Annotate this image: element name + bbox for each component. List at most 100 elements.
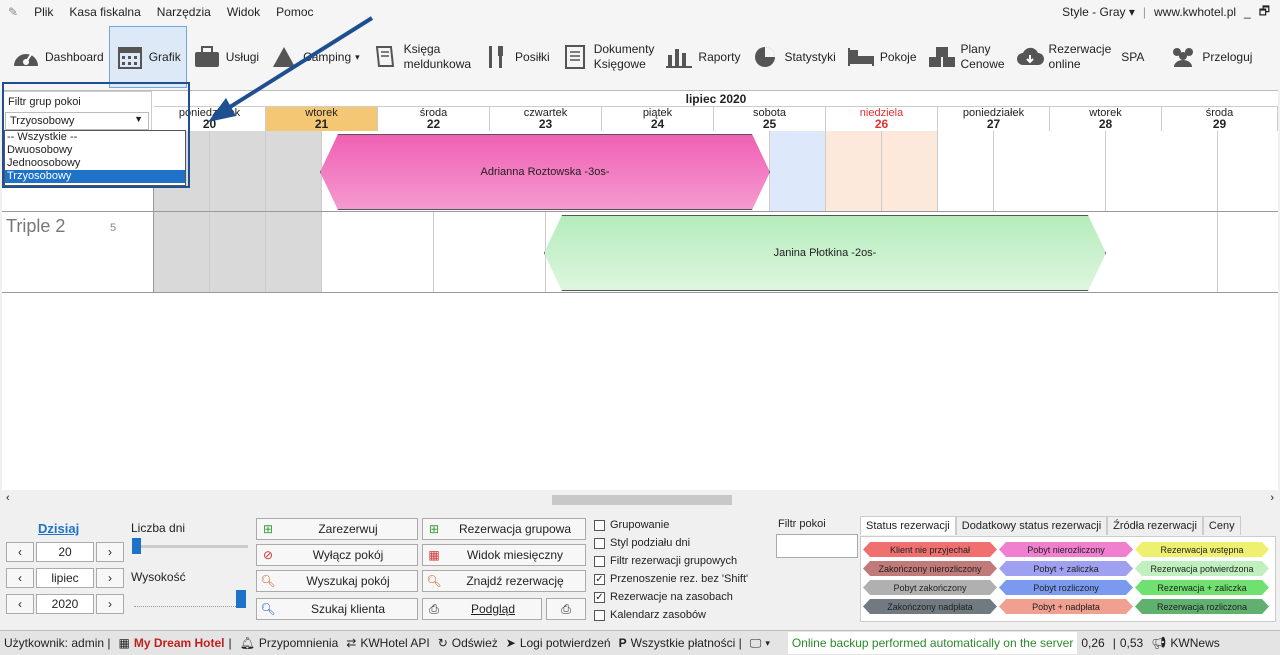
tab-ceny[interactable]: Ceny	[1202, 516, 1241, 535]
rezerwacja-grupowa-button[interactable]: ⊞ Rezerwacja grupowa	[422, 518, 586, 540]
checkbox-rezerwacje-zasoby[interactable]: ✓ Rezerwacje na zasobach	[594, 591, 733, 603]
checkbox-styl-podzialu[interactable]: Styl podziału dni	[594, 537, 690, 549]
prev-year-button[interactable]: ‹	[6, 594, 34, 614]
day-cell[interactable]	[322, 212, 434, 292]
next-year-button[interactable]: ›	[96, 594, 124, 614]
days-count-slider[interactable]	[132, 538, 248, 554]
day-cell[interactable]	[266, 131, 322, 211]
znajdz-rezerwacje-button[interactable]: 🔍︎ Znajdź rezerwację	[422, 570, 586, 592]
horizontal-scrollbar[interactable]: ‹ ›	[2, 492, 1278, 508]
menu-widok[interactable]: Widok	[219, 5, 268, 19]
menu-kasa-fiskalna[interactable]: Kasa fiskalna	[61, 5, 148, 19]
grafik-button[interactable]: Grafik	[108, 26, 187, 88]
tab-dodatkowy-status[interactable]: Dodatkowy status rezerwacji	[955, 516, 1108, 535]
day-header-today[interactable]: wtorek 21	[266, 107, 378, 131]
next-month-button[interactable]: ›	[96, 568, 124, 588]
day-header[interactable]: środa 29	[1162, 107, 1278, 131]
day-header[interactable]: poniedziałek 27	[938, 107, 1050, 131]
scrollbar-thumb[interactable]	[552, 495, 732, 505]
dropdown-option[interactable]: Jednoosobowy	[5, 157, 185, 170]
style-selector[interactable]: Style - Gray ▾	[1062, 5, 1135, 19]
wylacz-pokoj-button[interactable]: ⊘ Wyłącz pokój	[256, 544, 418, 566]
menu-pomoc[interactable]: Pomoc	[268, 5, 321, 19]
reservation-block[interactable]: Adrianna Roztowska -3os-	[320, 134, 770, 210]
day-value[interactable]: 20	[36, 542, 94, 562]
tab-zrodla-rezerwacji[interactable]: Źródła rezerwacji	[1107, 516, 1203, 535]
month-value[interactable]: lipiec	[36, 568, 94, 588]
restore-icon[interactable]: 🗗	[1259, 2, 1270, 23]
day-cell[interactable]	[826, 131, 882, 211]
prev-day-button[interactable]: ‹	[6, 542, 34, 562]
day-cell[interactable]	[266, 212, 322, 292]
monitor-button[interactable]: 🖵 ▾	[746, 636, 774, 651]
checkbox-filtr-rez-grupowych[interactable]: Filtr rezerwacji grupowych	[594, 555, 737, 567]
website-link[interactable]: www.kwhotel.pl	[1154, 5, 1236, 19]
menu-plik[interactable]: Plik	[26, 5, 61, 19]
prev-month-button[interactable]: ‹	[6, 568, 34, 588]
height-slider[interactable]	[134, 590, 250, 608]
ksiega-meldunkowa-button[interactable]: Księga meldunkowa	[365, 26, 476, 88]
day-header-sunday[interactable]: niedziela 26	[826, 107, 938, 131]
scroll-left-icon[interactable]: ‹	[6, 492, 10, 504]
rezerwacje-online-button[interactable]: Rezerwacje online	[1010, 26, 1117, 88]
day-cell[interactable]	[938, 131, 994, 211]
pokoje-button[interactable]: Pokoje	[841, 26, 922, 88]
podglad-button[interactable]: ⎙ Podgląd	[422, 598, 542, 620]
day-cell[interactable]	[434, 212, 546, 292]
checkbox-przenoszenie[interactable]: ✓ Przenoszenie rez. bez 'Shift'	[594, 573, 748, 585]
przeloguj-button[interactable]: Przeloguj	[1163, 26, 1257, 88]
day-cell[interactable]	[210, 212, 266, 292]
year-value[interactable]: 2020	[36, 594, 94, 614]
day-header[interactable]: piątek 24	[602, 107, 714, 131]
day-header[interactable]: środa 22	[378, 107, 490, 131]
plany-cenowe-button[interactable]: Plany Cenowe	[922, 26, 1010, 88]
reminders-button[interactable]: 🔔︎ Przypomnienia	[236, 636, 343, 650]
dokumenty-ksiegowe-button[interactable]: Dokumenty Księgowe	[555, 26, 660, 88]
menu-narzedzia[interactable]: Narzędzia	[149, 5, 219, 19]
day-cell[interactable]	[154, 212, 210, 292]
uslugi-button[interactable]: Usługi	[187, 26, 264, 88]
news-button[interactable]: 📢︎ KWNews	[1147, 636, 1224, 650]
wyszukaj-pokoj-button[interactable]: 🔍︎ Wyszukaj pokój	[256, 570, 418, 592]
next-day-button[interactable]: ›	[96, 542, 124, 562]
logs-button[interactable]: ➤ Logi potwierdzeń	[502, 636, 615, 650]
tab-status-rezerwacji[interactable]: Status rezerwacji	[860, 516, 956, 535]
minimize-icon[interactable]: _	[1244, 5, 1251, 19]
widok-miesieczny-button[interactable]: ▦ Widok miesięczny	[422, 544, 586, 566]
day-cell[interactable]	[882, 131, 938, 211]
api-button[interactable]: ⇄ KWHotel API	[342, 636, 433, 650]
dropdown-option-selected[interactable]: Trzyosobowy	[5, 170, 185, 183]
zarezerwuj-button[interactable]: ⊞ Zarezerwuj	[256, 518, 418, 540]
posilki-button[interactable]: Posiłki	[476, 26, 555, 88]
day-cell[interactable]	[210, 131, 266, 211]
camping-button[interactable]: Camping ▾	[264, 26, 365, 88]
dropdown-option[interactable]: Dwuosobowy	[5, 144, 185, 157]
dashboard-button[interactable]: Dashboard	[6, 26, 109, 88]
day-cell[interactable]	[1106, 212, 1218, 292]
szukaj-klienta-button[interactable]: 🔍︎ Szukaj klienta	[256, 598, 418, 620]
slider-thumb[interactable]	[236, 590, 246, 608]
day-cell[interactable]	[1106, 131, 1218, 211]
dropdown-option[interactable]: -- Wszystkie --	[5, 131, 185, 144]
day-header[interactable]: sobota 25	[714, 107, 826, 131]
day-cell[interactable]	[994, 131, 1106, 211]
raporty-button[interactable]: Raporty	[659, 26, 745, 88]
print-button[interactable]: ⎙	[546, 598, 586, 620]
today-link[interactable]: Dzisiaj	[38, 521, 79, 536]
room-group-select[interactable]: Trzyosobowy ▼	[5, 112, 149, 130]
day-header[interactable]: poniedziałek 20	[154, 107, 266, 131]
filter-rooms-input[interactable]	[776, 534, 858, 558]
refresh-button[interactable]: ↻ Odśwież	[434, 636, 502, 650]
slider-thumb[interactable]	[132, 538, 141, 554]
hotel-button[interactable]: ▦ My Dream Hotel |	[114, 636, 235, 650]
checkbox-grupowanie[interactable]: Grupowanie	[594, 519, 669, 531]
day-header[interactable]: wtorek 28	[1050, 107, 1162, 131]
day-header[interactable]: czwartek 23	[490, 107, 602, 131]
scroll-right-icon[interactable]: ›	[1270, 492, 1274, 504]
spa-button[interactable]: SPA	[1116, 26, 1149, 88]
day-cell[interactable]	[770, 131, 826, 211]
reservation-block[interactable]: Janina Płotkina -2os-	[544, 215, 1106, 291]
checkbox-kalendarz-zasobow[interactable]: Kalendarz zasobów	[594, 609, 706, 621]
statystyki-button[interactable]: Statystyki	[745, 26, 840, 88]
payments-button[interactable]: P Wszystkie płatności |	[615, 636, 746, 650]
